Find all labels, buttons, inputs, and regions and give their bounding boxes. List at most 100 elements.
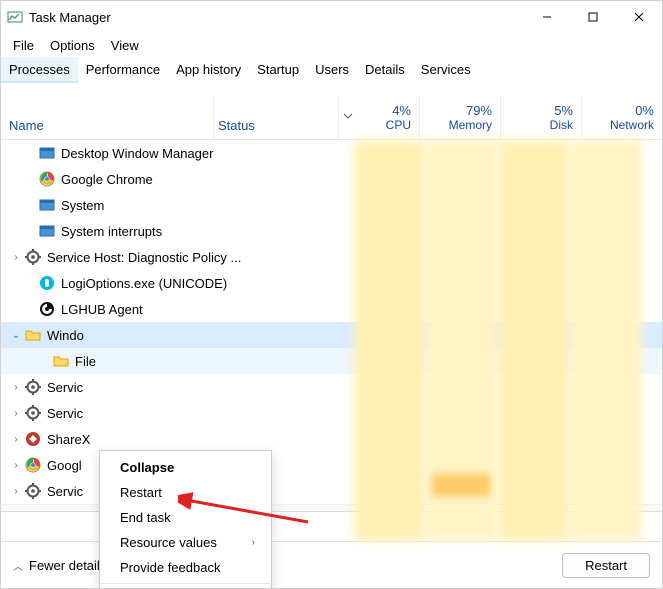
- chevron-right-icon[interactable]: ›: [9, 382, 23, 393]
- process-name: LGHUB Agent: [61, 302, 143, 317]
- column-header-cpu[interactable]: 4% CPU: [338, 95, 419, 139]
- column-header-name[interactable]: Name: [1, 95, 213, 139]
- tab-details[interactable]: Details: [357, 57, 413, 83]
- column-header-row: Name Status 4% CPU 79% Memory 5% Disk 0%…: [1, 95, 662, 140]
- process-name: LogiOptions.exe (UNICODE): [61, 276, 227, 291]
- process-name: System: [61, 198, 104, 213]
- titlebar: Task Manager: [1, 1, 662, 33]
- process-row[interactable]: LogiOptions.exe (UNICODE): [1, 270, 662, 296]
- column-header-network[interactable]: 0% Network: [581, 95, 662, 139]
- gear-icon: [25, 405, 41, 421]
- process-row[interactable]: Google Chrome: [1, 166, 662, 192]
- tab-app-history[interactable]: App history: [168, 57, 249, 83]
- chevron-right-icon[interactable]: ›: [9, 408, 23, 419]
- restart-button[interactable]: Restart: [562, 553, 650, 578]
- tab-startup[interactable]: Startup: [249, 57, 307, 83]
- context-menu-item[interactable]: Collapse: [100, 455, 271, 480]
- process-name: Google Chrome: [61, 172, 153, 187]
- context-menu-item-label: End task: [120, 510, 171, 525]
- task-manager-window: Task Manager File Options View Processes…: [0, 0, 663, 589]
- process-list: Desktop Window Manager Google Chrome Syste…: [1, 140, 662, 541]
- context-menu-item[interactable]: Resource values ›: [100, 530, 271, 555]
- process-name: Servic: [47, 406, 83, 421]
- process-row[interactable]: LGHUB Agent: [1, 296, 662, 322]
- chrome-icon: [25, 457, 41, 473]
- tab-performance[interactable]: Performance: [78, 57, 168, 83]
- process-row[interactable]: System: [1, 192, 662, 218]
- process-row[interactable]: › ShareX: [1, 426, 662, 452]
- tab-services[interactable]: Services: [413, 57, 479, 83]
- process-name: Servic: [47, 484, 83, 499]
- tab-processes[interactable]: Processes: [1, 57, 78, 83]
- context-menu-item-label: Collapse: [120, 460, 174, 475]
- cpu-usage-pct: 4%: [392, 103, 411, 118]
- process-row[interactable]: ⌄ Windo: [1, 322, 662, 348]
- chevron-down-icon[interactable]: ⌄: [9, 330, 23, 341]
- fewer-details-label: Fewer details: [29, 558, 106, 573]
- gear-icon: [25, 483, 41, 499]
- process-name: Windo: [47, 328, 84, 343]
- window-icon: [39, 145, 55, 161]
- memory-usage-pct: 79%: [466, 103, 492, 118]
- process-name: Googl: [47, 458, 82, 473]
- process-row[interactable]: System interrupts: [1, 218, 662, 244]
- window-controls: [524, 1, 662, 33]
- process-name: System interrupts: [61, 224, 162, 239]
- context-menu-item[interactable]: Provide feedback: [100, 555, 271, 580]
- chrome-icon: [39, 171, 55, 187]
- app-icon: [7, 9, 23, 25]
- cpu-label: CPU: [386, 118, 411, 132]
- context-menu: Collapse Restart End task Resource values › P…: [99, 450, 272, 589]
- folder-icon: [25, 327, 41, 343]
- context-menu-item-label: Resource values: [120, 535, 217, 550]
- menu-file[interactable]: File: [5, 33, 42, 57]
- maximize-button[interactable]: [570, 1, 616, 33]
- process-name: Service Host: Diagnostic Policy ...: [47, 250, 241, 265]
- column-header-memory[interactable]: 79% Memory: [419, 95, 500, 139]
- chevron-right-icon[interactable]: ›: [9, 486, 23, 497]
- lghub-icon: [39, 301, 55, 317]
- process-row[interactable]: › Servic: [1, 374, 662, 400]
- gear-icon: [25, 379, 41, 395]
- context-menu-item[interactable]: End task: [100, 505, 271, 530]
- memory-label: Memory: [449, 118, 492, 132]
- window-title: Task Manager: [29, 10, 111, 25]
- gear-icon: [25, 249, 41, 265]
- chevron-up-icon: ︿: [13, 558, 23, 573]
- folder-icon: [53, 353, 69, 369]
- logi-icon: [39, 275, 55, 291]
- network-usage-pct: 0%: [635, 103, 654, 118]
- network-label: Network: [610, 118, 654, 132]
- disk-label: Disk: [550, 118, 573, 132]
- process-name: Desktop Window Manager: [61, 146, 213, 161]
- process-name: ShareX: [47, 432, 90, 447]
- chevron-right-icon[interactable]: ›: [9, 434, 23, 445]
- window-icon: [39, 197, 55, 213]
- tab-users[interactable]: Users: [307, 57, 357, 83]
- process-name: File: [75, 354, 96, 369]
- context-menu-item[interactable]: Restart: [100, 480, 271, 505]
- fewer-details-toggle[interactable]: ︿ Fewer details: [13, 558, 106, 573]
- menu-view[interactable]: View: [103, 33, 147, 57]
- context-menu-item-label: Provide feedback: [120, 560, 220, 575]
- tabbar: Processes Performance App history Startu…: [1, 57, 662, 83]
- window-icon: [39, 223, 55, 239]
- disk-usage-pct: 5%: [554, 103, 573, 118]
- column-header-status[interactable]: Status: [213, 95, 338, 139]
- chevron-right-icon: ›: [252, 537, 255, 548]
- sharex-icon: [25, 431, 41, 447]
- process-row[interactable]: › Servic: [1, 400, 662, 426]
- chevron-right-icon[interactable]: ›: [9, 460, 23, 471]
- process-name: Servic: [47, 380, 83, 395]
- column-header-disk[interactable]: 5% Disk: [500, 95, 581, 139]
- menu-separator: [101, 583, 270, 584]
- chevron-right-icon[interactable]: ›: [9, 252, 23, 263]
- minimize-button[interactable]: [524, 1, 570, 33]
- close-button[interactable]: [616, 1, 662, 33]
- menubar: File Options View: [1, 33, 662, 57]
- process-row[interactable]: File: [1, 348, 662, 374]
- context-menu-item-label: Restart: [120, 485, 162, 500]
- menu-options[interactable]: Options: [42, 33, 103, 57]
- process-row[interactable]: › Service Host: Diagnostic Policy ...: [1, 244, 662, 270]
- process-row[interactable]: Desktop Window Manager: [1, 140, 662, 166]
